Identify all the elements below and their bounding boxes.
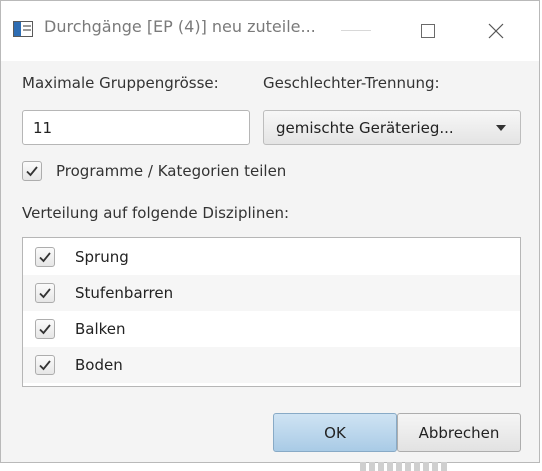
checkmark-icon <box>39 360 51 371</box>
gender-select-value: gemischte Geräterieg... <box>276 119 454 137</box>
discipline-checkbox[interactable] <box>35 319 55 339</box>
checkmark-icon <box>39 288 51 299</box>
list-item-stufenbarren[interactable]: Stufenbarren <box>23 275 520 311</box>
discipline-checkbox[interactable] <box>35 355 55 375</box>
cancel-button[interactable]: Abbrechen <box>397 413 521 452</box>
close-icon <box>488 23 504 39</box>
list-item-label: Balken <box>75 320 126 338</box>
maximize-button[interactable] <box>405 1 451 61</box>
checkmark-icon <box>39 324 51 335</box>
list-item-boden[interactable]: Boden <box>23 347 520 383</box>
app-icon <box>13 21 33 37</box>
window-title: Durchgänge [EP (4)] neu zuteile... <box>44 17 316 36</box>
discipline-checkbox[interactable] <box>35 247 55 267</box>
checkmark-icon <box>26 166 38 177</box>
dialog-window: Durchgänge [EP (4)] neu zuteile... Maxim… <box>0 0 540 463</box>
ok-button[interactable]: OK <box>273 413 397 452</box>
disciplines-label: Verteilung auf folgende Disziplinen: <box>22 204 290 222</box>
split-programs-checkbox[interactable] <box>22 161 42 181</box>
list-item-label: Boden <box>75 356 123 374</box>
list-item-label: Sprung <box>75 248 129 266</box>
list-item-balken[interactable]: Balken <box>23 311 520 347</box>
chevron-down-icon <box>496 125 506 131</box>
split-programs-label: Programme / Kategorien teilen <box>56 162 287 180</box>
close-button[interactable] <box>473 1 519 61</box>
max-group-input[interactable] <box>22 110 250 145</box>
checkmark-icon <box>39 252 51 263</box>
title-bar: Durchgänge [EP (4)] neu zuteile... <box>1 1 539 61</box>
gender-select[interactable]: gemischte Geräterieg... <box>263 110 521 145</box>
maximize-icon <box>421 24 435 38</box>
discipline-list[interactable]: Sprung Stufenbarren Balken Boden <box>22 237 521 387</box>
discipline-checkbox[interactable] <box>35 283 55 303</box>
minimize-button[interactable] <box>353 1 399 61</box>
list-item-label: Stufenbarren <box>75 284 174 302</box>
gender-label: Geschlechter-Trennung: <box>263 74 440 92</box>
background-window-fragment <box>360 462 450 471</box>
list-item-sprung[interactable]: Sprung <box>23 239 520 275</box>
max-group-label: Maximale Gruppengrösse: <box>22 74 219 92</box>
